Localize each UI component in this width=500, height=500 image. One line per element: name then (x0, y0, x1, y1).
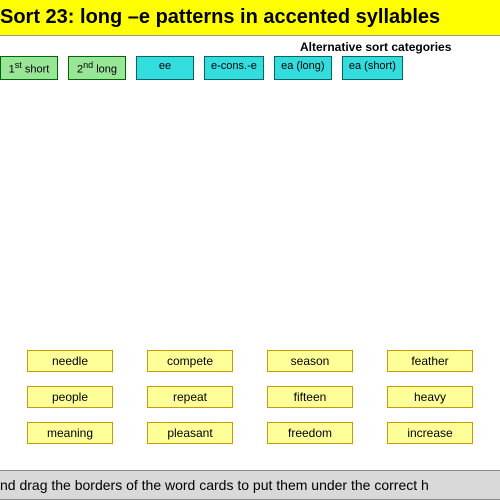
category-alt[interactable]: ea (short) (342, 56, 403, 80)
category-alt[interactable]: e-cons.-e (204, 56, 264, 80)
word-row: needle compete season feather (0, 350, 500, 372)
instructions-text: nd drag the borders of the word cards to… (0, 477, 429, 493)
word-card[interactable]: pleasant (147, 422, 233, 444)
word-row: meaning pleasant freedom increase (0, 422, 500, 444)
instructions-bar: nd drag the borders of the word cards to… (0, 470, 500, 500)
word-card[interactable]: heavy (387, 386, 473, 408)
word-card[interactable]: fifteen (267, 386, 353, 408)
title-bar: Sort 23: long –e patterns in accented sy… (0, 0, 500, 36)
word-card-area: needle compete season feather people rep… (0, 350, 500, 458)
alt-categories-label: Alternative sort categories (300, 40, 451, 54)
word-row: people repeat fifteen heavy (0, 386, 500, 408)
page-title: Sort 23: long –e patterns in accented sy… (0, 6, 440, 28)
category-alt[interactable]: ee (136, 56, 194, 80)
word-card[interactable]: feather (387, 350, 473, 372)
category-primary[interactable]: 1st short (0, 56, 58, 80)
word-card[interactable]: freedom (267, 422, 353, 444)
category-primary[interactable]: 2nd long (68, 56, 126, 80)
word-card[interactable]: season (267, 350, 353, 372)
word-card[interactable]: compete (147, 350, 233, 372)
word-card[interactable]: increase (387, 422, 473, 444)
word-card[interactable]: repeat (147, 386, 233, 408)
word-card[interactable]: people (27, 386, 113, 408)
word-card[interactable]: needle (27, 350, 113, 372)
category-row: 1st short 2nd long ee e-cons.-e ea (long… (0, 56, 403, 80)
category-alt[interactable]: ea (long) (274, 56, 332, 80)
word-card[interactable]: meaning (27, 422, 113, 444)
